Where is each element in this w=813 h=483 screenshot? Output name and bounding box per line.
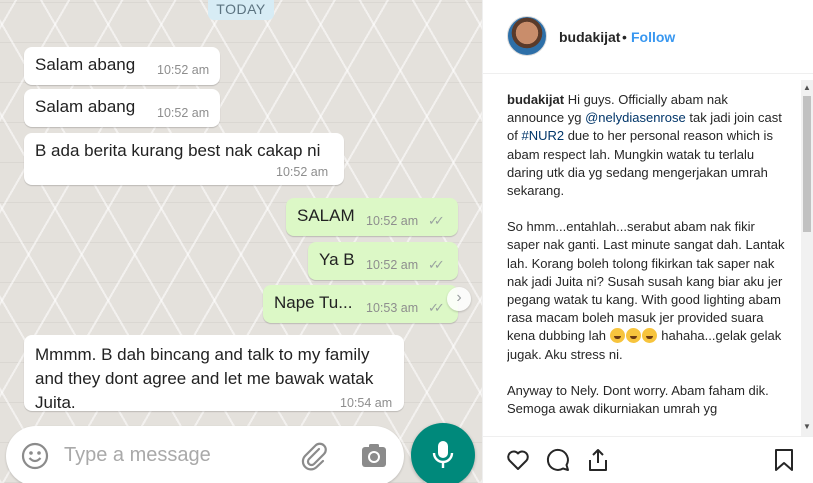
avatar[interactable] <box>507 16 547 56</box>
comment-icon[interactable] <box>545 447 571 473</box>
username-link[interactable]: budakijat <box>559 29 620 45</box>
scroll-down-icon[interactable]: ▼ <box>801 420 813 434</box>
mic-button[interactable] <box>411 423 475 483</box>
message-time: 10:52 am <box>157 63 210 77</box>
share-icon[interactable] <box>585 447 611 473</box>
message-input-bar[interactable]: Type a message <box>6 426 404 483</box>
caption-text: Anyway to Nely. Dont worry. Abam faham d… <box>507 382 769 417</box>
emoji-icon[interactable] <box>20 441 50 471</box>
message-time: 10:52 am <box>276 165 329 179</box>
message-text: Salam abang <box>35 97 136 116</box>
heart-icon[interactable] <box>505 447 531 473</box>
camera-icon[interactable] <box>358 440 390 472</box>
post-header: budakijat • Follow <box>483 0 813 74</box>
scroll-thumb[interactable] <box>803 96 811 232</box>
chevron-right-icon[interactable]: › <box>447 287 471 311</box>
read-ticks-icon: ✓✓ <box>428 213 445 228</box>
message-text: Salam abang <box>35 55 136 74</box>
message-text: Ya B <box>319 250 355 269</box>
message-text: B ada berita kurang best nak cakap ni <box>35 141 321 160</box>
message-bubble-incoming: B ada berita kurang best nak cakap ni 10… <box>24 133 344 185</box>
message-text: Nape Tu... <box>274 293 353 312</box>
read-ticks-icon: ✓✓ <box>428 257 445 272</box>
message-time: 10:52 am <box>366 258 419 272</box>
caption-paragraph: budakijat Hi guys. Officially abam nak a… <box>507 91 785 200</box>
hashtag-link[interactable]: #NUR2 <box>521 128 564 143</box>
caption-username[interactable]: budakijat <box>507 92 564 107</box>
separator-dot: • <box>622 29 627 45</box>
message-time: 10:53 am <box>366 301 419 315</box>
message-bubble-outgoing: Nape Tu... 10:53 am ✓✓ <box>263 285 458 323</box>
post-actions <box>483 436 813 483</box>
laughing-emoji-icon <box>641 328 657 344</box>
bookmark-icon[interactable] <box>771 447 797 473</box>
message-bubble-outgoing: Ya B 10:52 am ✓✓ <box>308 242 458 280</box>
message-bubble-incoming: Salam abang 10:52 am <box>24 89 220 127</box>
message-bubble-incoming: Mmmm. B dah bincang and talk to my famil… <box>24 335 404 412</box>
follow-button[interactable]: Follow <box>631 29 675 45</box>
message-text: Mmmm. B dah bincang and talk to my famil… <box>35 345 374 412</box>
message-time: 10:52 am <box>366 214 419 228</box>
caption-paragraph: Anyway to Nely. Dont worry. Abam faham d… <box>507 382 785 418</box>
message-input[interactable]: Type a message <box>64 444 211 467</box>
message-time: 10:54 am <box>340 396 393 410</box>
message-bubble-incoming: Salam abang 10:52 am <box>24 47 220 85</box>
caption: budakijat Hi guys. Officially abam nak a… <box>507 91 789 428</box>
message-time: 10:52 am <box>157 106 210 120</box>
message-bubble-outgoing: SALAM 10:52 am ✓✓ <box>286 198 458 236</box>
mention-link[interactable]: @nelydiasenrose <box>585 110 686 125</box>
caption-paragraph: So hmm...entahlah...serabut abam nak fik… <box>507 218 785 364</box>
caption-text: So hmm...entahlah...serabut abam nak fik… <box>507 219 785 344</box>
scrollbar[interactable]: ▲ ▼ <box>801 80 813 436</box>
message-text: SALAM <box>297 206 355 225</box>
read-ticks-icon: ✓✓ <box>428 300 445 315</box>
chat-screenshot: TODAY Salam abang 10:52 am Salam abang 1… <box>0 0 482 483</box>
paperclip-icon[interactable] <box>298 440 330 472</box>
scroll-up-icon[interactable]: ▲ <box>801 80 813 94</box>
mic-icon <box>432 441 454 468</box>
instagram-panel: budakijat • Follow budakijat Hi guys. Of… <box>482 0 813 483</box>
laughing-emoji-icon <box>625 328 641 344</box>
laughing-emoji-icon <box>609 328 625 344</box>
date-chip: TODAY <box>208 0 274 20</box>
